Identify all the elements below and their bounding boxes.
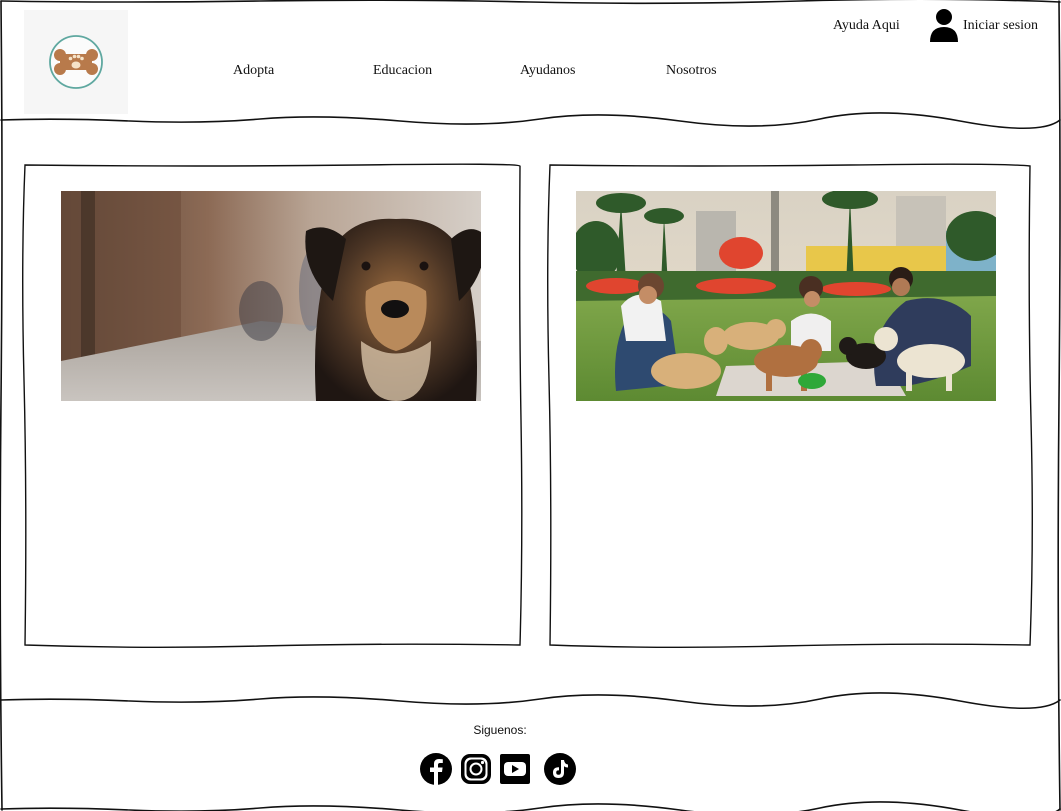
paw-bone-logo-icon — [49, 35, 103, 89]
nav-item-ayudanos[interactable]: Ayudanos — [520, 63, 576, 79]
volunteers-photo — [576, 191, 996, 401]
user-icon[interactable] — [929, 8, 959, 42]
help-link[interactable]: Ayuda Aqui — [833, 18, 900, 34]
tiktok-icon[interactable] — [543, 752, 577, 786]
instagram-icon[interactable] — [459, 752, 493, 786]
youtube-icon[interactable] — [498, 752, 532, 786]
nav-item-nosotros[interactable]: Nosotros — [666, 63, 717, 79]
facebook-icon[interactable] — [419, 752, 453, 786]
nav-item-educacion[interactable]: Educacion — [373, 63, 432, 79]
login-link[interactable]: Iniciar sesion — [963, 18, 1038, 34]
dog-photo — [61, 191, 481, 401]
follow-label: Siguenos: — [473, 723, 527, 737]
nav-item-adopta[interactable]: Adopta — [233, 63, 274, 79]
logo[interactable] — [24, 10, 128, 114]
